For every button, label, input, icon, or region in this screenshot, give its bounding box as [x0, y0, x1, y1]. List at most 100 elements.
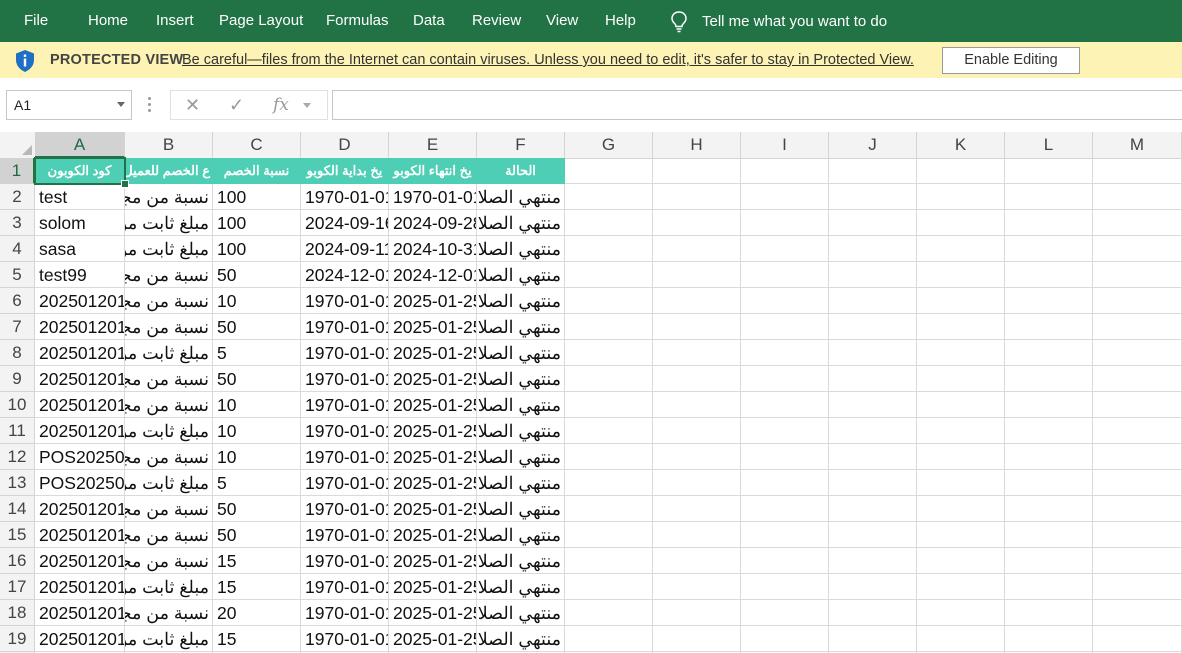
cell-e9[interactable]: 2025-01-25 [389, 366, 477, 392]
cell-m10[interactable] [1093, 392, 1182, 418]
cell-b10[interactable]: نسبة من مجموع [125, 392, 213, 418]
cell-j4[interactable] [829, 236, 917, 262]
cell-d6[interactable]: 1970-01-01 [301, 288, 389, 314]
cell-a1[interactable]: كود الكوبون [35, 158, 125, 184]
cell-g2[interactable] [565, 184, 653, 210]
cell-l15[interactable] [1005, 522, 1093, 548]
cell-f17[interactable]: منتهي الصلاحية [477, 574, 565, 600]
chevron-down-icon[interactable] [303, 103, 311, 108]
menu-home[interactable]: Home [88, 0, 128, 42]
cell-c12[interactable]: 10 [213, 444, 301, 470]
cell-l4[interactable] [1005, 236, 1093, 262]
cell-e18[interactable]: 2025-01-25 [389, 600, 477, 626]
cell-f12[interactable]: منتهي الصلاحية [477, 444, 565, 470]
cell-e15[interactable]: 2025-01-25 [389, 522, 477, 548]
cell-a19[interactable]: 20250120123 [35, 626, 125, 652]
cell-d15[interactable]: 1970-01-01 [301, 522, 389, 548]
cell-f15[interactable]: منتهي الصلاحية [477, 522, 565, 548]
cell-c11[interactable]: 10 [213, 418, 301, 444]
cell-b18[interactable]: نسبة من مجموع [125, 600, 213, 626]
cell-l11[interactable] [1005, 418, 1093, 444]
cell-c14[interactable]: 50 [213, 496, 301, 522]
cell-b11[interactable]: مبلغ ثابت من [125, 418, 213, 444]
cell-m4[interactable] [1093, 236, 1182, 262]
cell-m12[interactable] [1093, 444, 1182, 470]
cell-k16[interactable] [917, 548, 1005, 574]
cell-m2[interactable] [1093, 184, 1182, 210]
row-header-15[interactable]: 15 [0, 522, 35, 548]
cell-j14[interactable] [829, 496, 917, 522]
cell-e11[interactable]: 2025-01-25 [389, 418, 477, 444]
cell-a16[interactable]: 20250120123 [35, 548, 125, 574]
cell-g1[interactable] [565, 158, 653, 184]
menu-help[interactable]: Help [605, 0, 636, 42]
cell-g15[interactable] [565, 522, 653, 548]
cell-b9[interactable]: نسبة من مجموع [125, 366, 213, 392]
row-header-13[interactable]: 13 [0, 470, 35, 496]
cell-g6[interactable] [565, 288, 653, 314]
cell-i6[interactable] [741, 288, 829, 314]
cell-f2[interactable]: منتهي الصلاحية [477, 184, 565, 210]
row-header-7[interactable]: 7 [0, 314, 35, 340]
cell-f6[interactable]: منتهي الصلاحية [477, 288, 565, 314]
cell-b7[interactable]: نسبة من مجموع [125, 314, 213, 340]
cell-k3[interactable] [917, 210, 1005, 236]
cell-f9[interactable]: منتهي الصلاحية [477, 366, 565, 392]
cell-k1[interactable] [917, 158, 1005, 184]
cell-m7[interactable] [1093, 314, 1182, 340]
cell-b19[interactable]: مبلغ ثابت من [125, 626, 213, 652]
select-all-button[interactable] [0, 132, 36, 158]
cell-h15[interactable] [653, 522, 741, 548]
row-header-16[interactable]: 16 [0, 548, 35, 574]
cell-i4[interactable] [741, 236, 829, 262]
row-header-9[interactable]: 9 [0, 366, 35, 392]
cell-k13[interactable] [917, 470, 1005, 496]
cell-c8[interactable]: 5 [213, 340, 301, 366]
cell-l10[interactable] [1005, 392, 1093, 418]
cell-i13[interactable] [741, 470, 829, 496]
cell-l19[interactable] [1005, 626, 1093, 652]
cell-b12[interactable]: نسبة من مجموع [125, 444, 213, 470]
cell-d7[interactable]: 1970-01-01 [301, 314, 389, 340]
cell-a7[interactable]: 20250120123 [35, 314, 125, 340]
cell-c19[interactable]: 15 [213, 626, 301, 652]
chevron-down-icon[interactable] [117, 102, 125, 107]
cell-b5[interactable]: نسبة من مجموع [125, 262, 213, 288]
cell-c15[interactable]: 50 [213, 522, 301, 548]
cell-j7[interactable] [829, 314, 917, 340]
cell-g13[interactable] [565, 470, 653, 496]
cell-a2[interactable]: test [35, 184, 125, 210]
cell-j3[interactable] [829, 210, 917, 236]
column-header-h[interactable]: H [653, 132, 741, 158]
cell-d1[interactable]: يخ بداية الكوبو [301, 158, 389, 184]
cell-h10[interactable] [653, 392, 741, 418]
cell-f3[interactable]: منتهي الصلاحية [477, 210, 565, 236]
cell-m18[interactable] [1093, 600, 1182, 626]
cell-j11[interactable] [829, 418, 917, 444]
cell-e1[interactable]: يخ انتهاء الكوبو [389, 158, 477, 184]
cell-b15[interactable]: نسبة من مجموع [125, 522, 213, 548]
cell-d8[interactable]: 1970-01-01 [301, 340, 389, 366]
cell-k7[interactable] [917, 314, 1005, 340]
enable-editing-button[interactable]: Enable Editing [942, 47, 1080, 74]
cell-c16[interactable]: 15 [213, 548, 301, 574]
column-header-d[interactable]: D [301, 132, 389, 158]
cell-h12[interactable] [653, 444, 741, 470]
row-header-17[interactable]: 17 [0, 574, 35, 600]
menu-review[interactable]: Review [472, 0, 521, 42]
row-header-8[interactable]: 8 [0, 340, 35, 366]
cell-j19[interactable] [829, 626, 917, 652]
cell-c13[interactable]: 5 [213, 470, 301, 496]
cell-g12[interactable] [565, 444, 653, 470]
cell-i9[interactable] [741, 366, 829, 392]
column-header-f[interactable]: F [477, 132, 565, 158]
cell-f13[interactable]: منتهي الصلاحية [477, 470, 565, 496]
cell-c3[interactable]: 100 [213, 210, 301, 236]
cell-h16[interactable] [653, 548, 741, 574]
cell-i17[interactable] [741, 574, 829, 600]
cell-i18[interactable] [741, 600, 829, 626]
cell-f16[interactable]: منتهي الصلاحية [477, 548, 565, 574]
column-header-g[interactable]: G [565, 132, 653, 158]
fill-handle[interactable] [121, 180, 129, 188]
cell-e13[interactable]: 2025-01-25 [389, 470, 477, 496]
